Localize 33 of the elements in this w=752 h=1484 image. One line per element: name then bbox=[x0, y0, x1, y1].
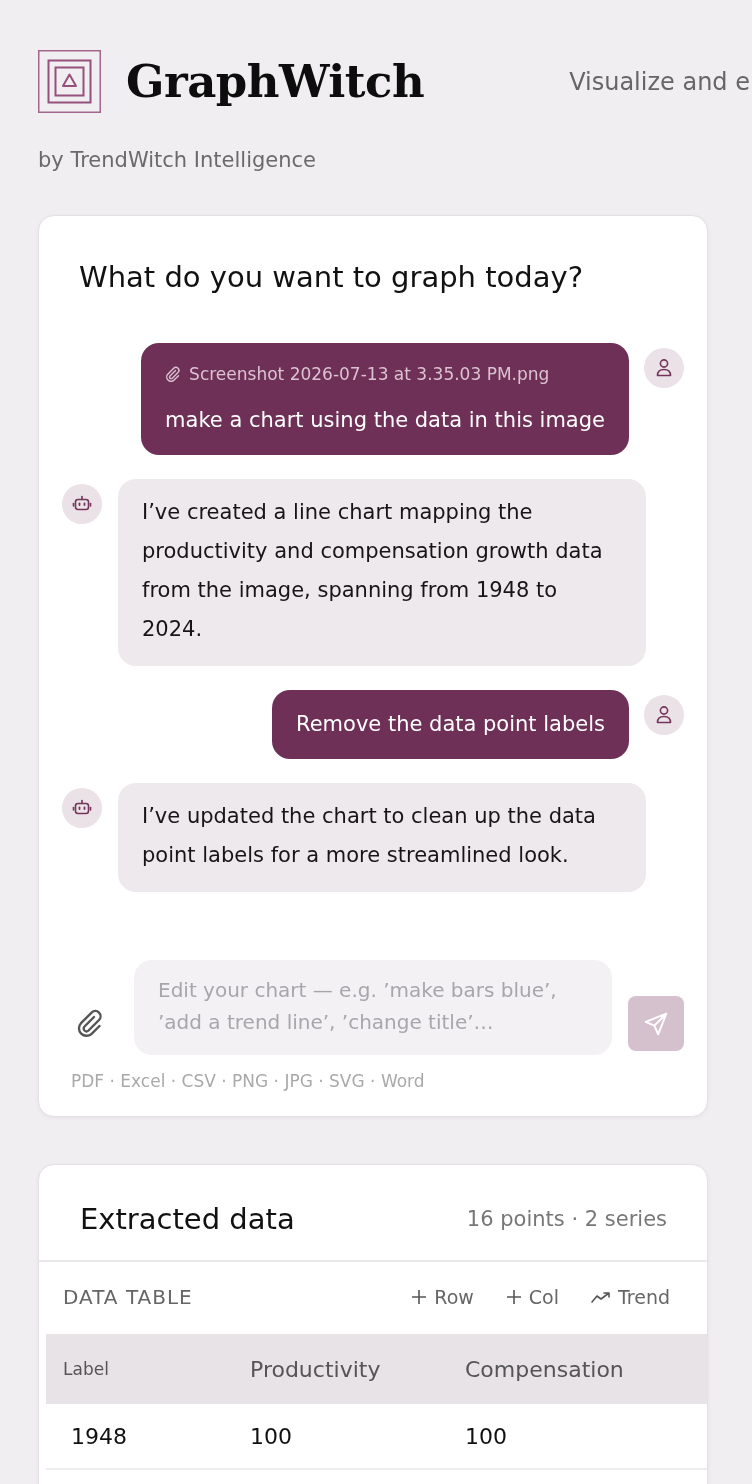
message-text: make a chart using the data in this image bbox=[165, 407, 605, 434]
column-header: Productivity bbox=[250, 1356, 381, 1382]
table-cell: 1948 bbox=[71, 1423, 127, 1449]
brand-name: GraphWitch bbox=[126, 56, 425, 107]
user-avatar-icon bbox=[644, 348, 684, 388]
message-text: Remove the data point labels bbox=[296, 711, 605, 738]
attachment-name[interactable]: Screenshot 2026-07-13 at 3.35.03 PM.png bbox=[189, 364, 550, 384]
table-cell: 100 bbox=[250, 1423, 292, 1449]
message-text: I’ve updated the chart to clean up the data point labels for a more streamlined look. bbox=[142, 803, 597, 869]
message-text: I’ve created a line chart mapping the productivity and compensation growth data from the image, spanning from 1948 to 2024. bbox=[142, 499, 604, 643]
supported-formats: PDF · Excel · CSV · PNG · JPG · SVG · Word bbox=[71, 1070, 426, 1093]
chat-input-field[interactable]: Edit your chart — e.g. ’make bars blue’, ’add a trend line’, ’change title’… bbox=[134, 960, 612, 1055]
panel-title: Extracted data bbox=[80, 1201, 295, 1237]
table-action-button[interactable]: Trend bbox=[591, 1286, 670, 1308]
send-icon bbox=[643, 1010, 669, 1037]
table-action-button[interactable]: Row bbox=[411, 1286, 474, 1308]
logo-icon bbox=[38, 50, 101, 113]
table-cell: 100 bbox=[465, 1423, 507, 1449]
robot-avatar-icon bbox=[62, 788, 102, 828]
robot-avatar-icon bbox=[62, 484, 102, 524]
trend-icon bbox=[591, 1291, 611, 1303]
paperclip-icon bbox=[165, 366, 182, 382]
tagline: Visualize and e bbox=[569, 67, 751, 96]
data-summary: 16 points · 2 series bbox=[466, 1207, 667, 1231]
table-action-button[interactable]: Col bbox=[505, 1286, 559, 1308]
plus-icon bbox=[505, 1289, 522, 1305]
plus-icon bbox=[411, 1289, 428, 1305]
user-avatar-icon bbox=[644, 695, 684, 735]
column-header: Compensation bbox=[465, 1356, 624, 1382]
byline: by TrendWitch Intelligence bbox=[38, 147, 317, 174]
column-header: Label bbox=[63, 1359, 109, 1379]
section-label: DATA TABLE bbox=[63, 1284, 193, 1310]
chat-title: What do you want to graph today? bbox=[79, 260, 585, 295]
